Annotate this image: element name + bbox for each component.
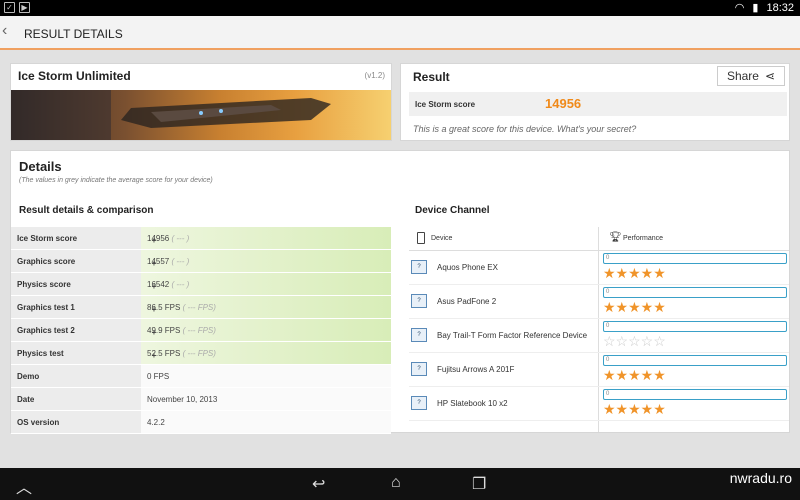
test-card: Ice Storm Unlimited (v1.2) xyxy=(10,63,392,141)
device-thumbnail-icon: ? xyxy=(411,362,427,376)
device-name: Fujitsu Arrows A 201F xyxy=(437,365,515,374)
device-thumbnail-icon: ? xyxy=(411,260,427,274)
battery-icon: ▮ xyxy=(752,2,759,14)
device-row[interactable]: ? Asus PadFone 2 0 ★★★★★ xyxy=(409,285,789,319)
test-version: (v1.2) xyxy=(364,71,385,80)
device-row[interactable]: ? Aquos Phone EX 0 ★★★★★ xyxy=(409,251,789,285)
score-label: Ice Storm score xyxy=(415,100,476,109)
performance-bar: 0 xyxy=(603,321,787,332)
row-average: ( --- FPS) xyxy=(182,349,216,358)
row-label: Physics score xyxy=(17,280,71,289)
expand-plus-icon[interactable]: + xyxy=(147,257,161,271)
table-row: Date November 10, 2013 xyxy=(11,388,391,411)
back-chevron-icon[interactable]: ‹ xyxy=(2,22,7,40)
expand-plus-icon[interactable]: + xyxy=(147,349,161,363)
result-title: Result xyxy=(413,70,450,84)
share-icon: ⋖ xyxy=(764,69,776,83)
device-name: HP Slatebook 10 x2 xyxy=(437,399,508,408)
share-label: Share xyxy=(726,69,759,83)
recents-icon[interactable]: ❐ xyxy=(472,474,486,494)
device-row[interactable]: ? Bay Trail-T Form Factor Reference Devi… xyxy=(409,319,789,353)
column-performance: Performance xyxy=(623,235,664,242)
row-label: Graphics test 2 xyxy=(17,326,75,335)
performance-bar: 0 xyxy=(603,287,787,298)
device-name: Aquos Phone EX xyxy=(437,263,498,272)
status-bar: ✓ ▶ ◠ ▮ 18:32 xyxy=(0,0,800,16)
performance-bar: 0 xyxy=(603,389,787,400)
row-average: ( --- FPS) xyxy=(182,326,216,335)
details-subtitle: (The values in grey indicate the average… xyxy=(19,177,213,184)
star-rating: ☆☆☆☆☆ xyxy=(603,333,666,349)
device-channel-table: Device 🏆︎ Performance ? Aquos Phone EX 0… xyxy=(409,227,789,432)
expand-plus-icon[interactable]: + xyxy=(147,326,161,340)
home-icon[interactable]: ⌂ xyxy=(391,474,401,492)
expand-plus-icon[interactable]: + xyxy=(147,303,161,317)
details-card: Details (The values in grey indicate the… xyxy=(10,150,790,434)
navigation-bar: ︿ ↩ ⌂ ❐ xyxy=(0,468,800,500)
row-label: Demo xyxy=(17,372,40,381)
clock: 18:32 xyxy=(766,1,794,14)
row-value: 4.2.2 xyxy=(147,418,165,427)
star-rating: ★★★★★ xyxy=(603,299,666,315)
score-value: 14956 xyxy=(545,96,582,111)
row-average: ( --- ) xyxy=(171,280,190,289)
column-device: Device xyxy=(431,235,453,242)
star-rating: ★★★★★ xyxy=(603,401,666,417)
notification-icon: ✓ xyxy=(4,2,15,13)
device-thumbnail-icon: ? xyxy=(411,328,427,342)
result-note: This is a great score for this device. W… xyxy=(413,124,637,134)
table-row: Demo 0 FPS xyxy=(11,365,391,388)
result-card: Result Share ⋖ Ice Storm score 14956 Thi… xyxy=(400,63,790,141)
row-average: ( --- ) xyxy=(171,234,190,243)
row-label: Date xyxy=(17,395,35,404)
details-title: Details xyxy=(19,159,62,174)
device-thumbnail-icon: ? xyxy=(411,396,427,410)
wifi-icon: ◠ xyxy=(734,2,745,14)
row-label: OS version xyxy=(17,418,60,427)
row-average: ( --- FPS) xyxy=(182,303,216,312)
device-thumbnail-icon: ? xyxy=(411,294,427,308)
action-bar: ‹ RESULT DETAILS xyxy=(0,16,800,50)
row-average: ( --- ) xyxy=(171,257,190,266)
table-row[interactable]: Graphics test 2 49.9 FPS ( --- FPS) + xyxy=(11,319,391,342)
score-row: Ice Storm score 14956 xyxy=(409,92,787,116)
table-row[interactable]: Physics test 52.5 FPS ( --- FPS) + xyxy=(11,342,391,365)
row-value: November 10, 2013 xyxy=(147,395,218,404)
device-row[interactable]: ? Fujitsu Arrows A 201F 0 ★★★★★ xyxy=(409,353,789,387)
test-name: Ice Storm Unlimited xyxy=(18,69,131,83)
row-label: Physics test xyxy=(17,349,64,358)
page-title: RESULT DETAILS xyxy=(24,27,123,41)
row-label: Ice Storm score xyxy=(17,234,78,243)
trophy-icon: 🏆︎ xyxy=(609,232,622,243)
device-channel-header: Device 🏆︎ Performance xyxy=(409,227,789,251)
table-row[interactable]: Graphics score 14557 ( --- ) + xyxy=(11,250,391,273)
test-banner-image xyxy=(11,90,391,140)
back-icon[interactable]: ↩ xyxy=(312,474,325,494)
table-row[interactable]: Ice Storm score 14956 ( --- ) + xyxy=(11,227,391,250)
performance-bar: 0 xyxy=(603,253,787,264)
comparison-title: Result details & comparison xyxy=(19,205,154,216)
row-value: 0 FPS xyxy=(147,372,170,381)
result-details-table: Ice Storm score 14956 ( --- ) + Graphics… xyxy=(11,227,391,434)
watermark: nwradu.ro xyxy=(729,470,792,486)
collapse-icon[interactable]: ︿ xyxy=(16,474,32,498)
expand-plus-icon[interactable]: + xyxy=(147,234,161,248)
star-rating: ★★★★★ xyxy=(603,265,666,281)
phone-icon xyxy=(417,232,425,244)
device-row[interactable]: ? HP Slatebook 10 x2 0 ★★★★★ xyxy=(409,387,789,421)
row-label: Graphics test 1 xyxy=(17,303,75,312)
device-name: Asus PadFone 2 xyxy=(437,297,497,306)
share-button[interactable]: Share ⋖ xyxy=(717,66,785,86)
play-store-icon: ▶ xyxy=(19,2,30,13)
device-name: Bay Trail-T Form Factor Reference Device xyxy=(437,331,588,340)
table-row[interactable]: Graphics test 1 86.5 FPS ( --- FPS) + xyxy=(11,296,391,319)
row-label: Graphics score xyxy=(17,257,76,266)
performance-bar: 0 xyxy=(603,355,787,366)
table-row: OS version 4.2.2 xyxy=(11,411,391,434)
device-channel-title: Device Channel xyxy=(415,205,490,216)
star-rating: ★★★★★ xyxy=(603,367,666,383)
expand-plus-icon[interactable]: + xyxy=(147,280,161,294)
table-row[interactable]: Physics score 16542 ( --- ) + xyxy=(11,273,391,296)
